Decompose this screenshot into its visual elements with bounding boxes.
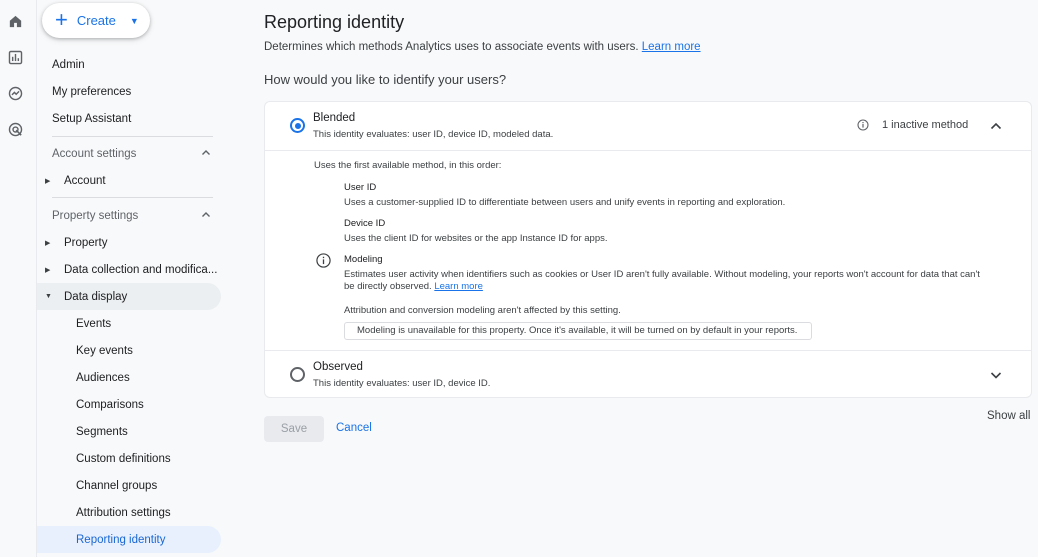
attribution-note: Attribution and conversion modeling aren… bbox=[344, 305, 621, 316]
expand-arrow-icon: ▶ bbox=[45, 177, 51, 185]
identify-question: How would you like to identify your user… bbox=[264, 72, 507, 87]
nav-item-comparisons[interactable]: Comparisons bbox=[37, 391, 221, 418]
nav-item-segments[interactable]: Segments bbox=[37, 418, 221, 445]
info-icon bbox=[316, 253, 331, 268]
blended-radio[interactable] bbox=[290, 118, 305, 133]
nav-item-label: Admin bbox=[52, 58, 85, 71]
blended-option[interactable]: Blended This identity evaluates: user ID… bbox=[265, 102, 1031, 150]
cancel-button[interactable]: Cancel bbox=[336, 422, 372, 434]
expand-arrow-icon: ▶ bbox=[45, 266, 51, 274]
plus-icon: + bbox=[55, 6, 68, 32]
nav-item-label: Data display bbox=[64, 290, 128, 303]
learn-more-link[interactable]: Learn more bbox=[642, 41, 701, 53]
nav-item-label: Comparisons bbox=[76, 398, 144, 411]
user-id-title: User ID bbox=[344, 182, 377, 193]
description-text: Determines which methods Analytics uses … bbox=[264, 41, 639, 53]
observed-title: Observed bbox=[313, 361, 363, 373]
nav-item-label: Property settings bbox=[52, 209, 139, 222]
nav-item-channel-groups[interactable]: Channel groups bbox=[37, 472, 221, 499]
modeling-desc: Estimates user activity when identifiers… bbox=[344, 269, 980, 280]
reports-icon[interactable] bbox=[6, 48, 24, 66]
user-id-desc: Uses a customer-supplied ID to different… bbox=[344, 197, 786, 208]
modeling-title: Modeling bbox=[344, 254, 383, 265]
admin-nav: + Create ▼ Admin My preferences Setup As… bbox=[36, 0, 226, 557]
nav-item-label: Reporting identity bbox=[76, 533, 166, 546]
nav-item-data-collection[interactable]: ▶ Data collection and modifica... bbox=[37, 256, 221, 283]
nav-section-account-settings[interactable]: Account settings bbox=[37, 140, 221, 167]
collapse-arrow-icon: ▼ bbox=[45, 293, 52, 300]
order-text: Uses the first available method, in this… bbox=[314, 160, 502, 171]
observed-radio[interactable] bbox=[290, 367, 305, 382]
nav-item-custom-definitions[interactable]: Custom definitions bbox=[37, 445, 221, 472]
nav-item-label: Data collection and modifica... bbox=[64, 263, 218, 276]
nav-item-label: Property bbox=[64, 236, 108, 249]
observed-option[interactable]: Observed This identity evaluates: user I… bbox=[265, 350, 1031, 398]
nav-item-attribution-settings[interactable]: Attribution settings bbox=[37, 499, 221, 526]
nav-section-property-settings[interactable]: Property settings bbox=[37, 202, 221, 229]
chevron-down-icon[interactable] bbox=[989, 368, 1003, 382]
nav-item-my-preferences[interactable]: My preferences bbox=[37, 78, 221, 105]
nav-item-label: My preferences bbox=[52, 85, 132, 98]
nav-item-label: Account settings bbox=[52, 147, 137, 160]
save-button[interactable]: Save bbox=[264, 416, 324, 442]
nav-item-label: Attribution settings bbox=[76, 506, 171, 519]
caret-down-icon: ▼ bbox=[129, 15, 139, 26]
show-all-link[interactable]: Show all bbox=[987, 410, 1030, 422]
blended-details: Uses the first available method, in this… bbox=[265, 150, 1031, 350]
nav-item-label: Setup Assistant bbox=[52, 112, 132, 125]
page-title: Reporting identity bbox=[264, 12, 405, 32]
device-id-title: Device ID bbox=[344, 218, 386, 229]
expand-arrow-icon: ▶ bbox=[45, 239, 51, 247]
nav-item-account[interactable]: ▶ Account bbox=[37, 167, 221, 194]
create-button[interactable]: + Create ▼ bbox=[42, 3, 150, 38]
nav-item-label: Account bbox=[64, 174, 106, 187]
chevron-up-icon bbox=[202, 150, 210, 155]
identity-options-card: Blended This identity evaluates: user ID… bbox=[264, 101, 1032, 398]
inactive-methods-label: 1 inactive method bbox=[882, 119, 969, 131]
nav-item-audiences[interactable]: Audiences bbox=[37, 364, 221, 391]
nav-item-label: Audiences bbox=[76, 371, 130, 384]
advertising-icon[interactable] bbox=[6, 120, 24, 138]
nav-item-property[interactable]: ▶ Property bbox=[37, 229, 221, 256]
nav-item-label: Channel groups bbox=[76, 479, 158, 492]
nav-item-events[interactable]: Events bbox=[37, 310, 221, 337]
observed-subtitle: This identity evaluates: user ID, device… bbox=[313, 378, 491, 389]
blended-title: Blended bbox=[313, 112, 356, 124]
explore-icon[interactable] bbox=[6, 84, 24, 102]
nav-item-data-display[interactable]: ▼ Data display bbox=[37, 283, 221, 310]
modeling-learn-more-link[interactable]: Learn more bbox=[434, 281, 483, 292]
modeling-unavailable-notice: Modeling is unavailable for this propert… bbox=[344, 322, 812, 340]
chevron-up-icon[interactable] bbox=[989, 119, 1003, 133]
nav-item-setup-assistant[interactable]: Setup Assistant bbox=[37, 105, 221, 132]
nav-item-admin[interactable]: Admin bbox=[37, 51, 221, 78]
divider bbox=[52, 197, 213, 198]
chevron-up-icon bbox=[202, 212, 210, 217]
blended-subtitle: This identity evaluates: user ID, device… bbox=[313, 129, 554, 140]
info-icon bbox=[857, 119, 869, 131]
home-icon[interactable] bbox=[6, 12, 24, 30]
nav-item-label: Key events bbox=[76, 344, 133, 357]
divider bbox=[52, 136, 213, 137]
page-description: Determines which methods Analytics uses … bbox=[264, 41, 701, 53]
nav-item-label: Events bbox=[76, 317, 112, 330]
inactive-methods: 1 inactive method bbox=[857, 119, 968, 131]
modeling-desc-text: be directly observed. bbox=[344, 281, 432, 292]
left-rail bbox=[0, 0, 30, 557]
create-label: Create bbox=[76, 13, 116, 28]
device-id-desc: Uses the client ID for websites or the a… bbox=[344, 233, 608, 244]
modeling-desc-cont: be directly observed. Learn more bbox=[344, 281, 483, 292]
nav-item-reporting-identity[interactable]: Reporting identity bbox=[37, 526, 221, 553]
nav-item-label: Segments bbox=[76, 425, 128, 438]
nav-item-key-events[interactable]: Key events bbox=[37, 337, 221, 364]
nav-item-label: Custom definitions bbox=[76, 452, 171, 465]
